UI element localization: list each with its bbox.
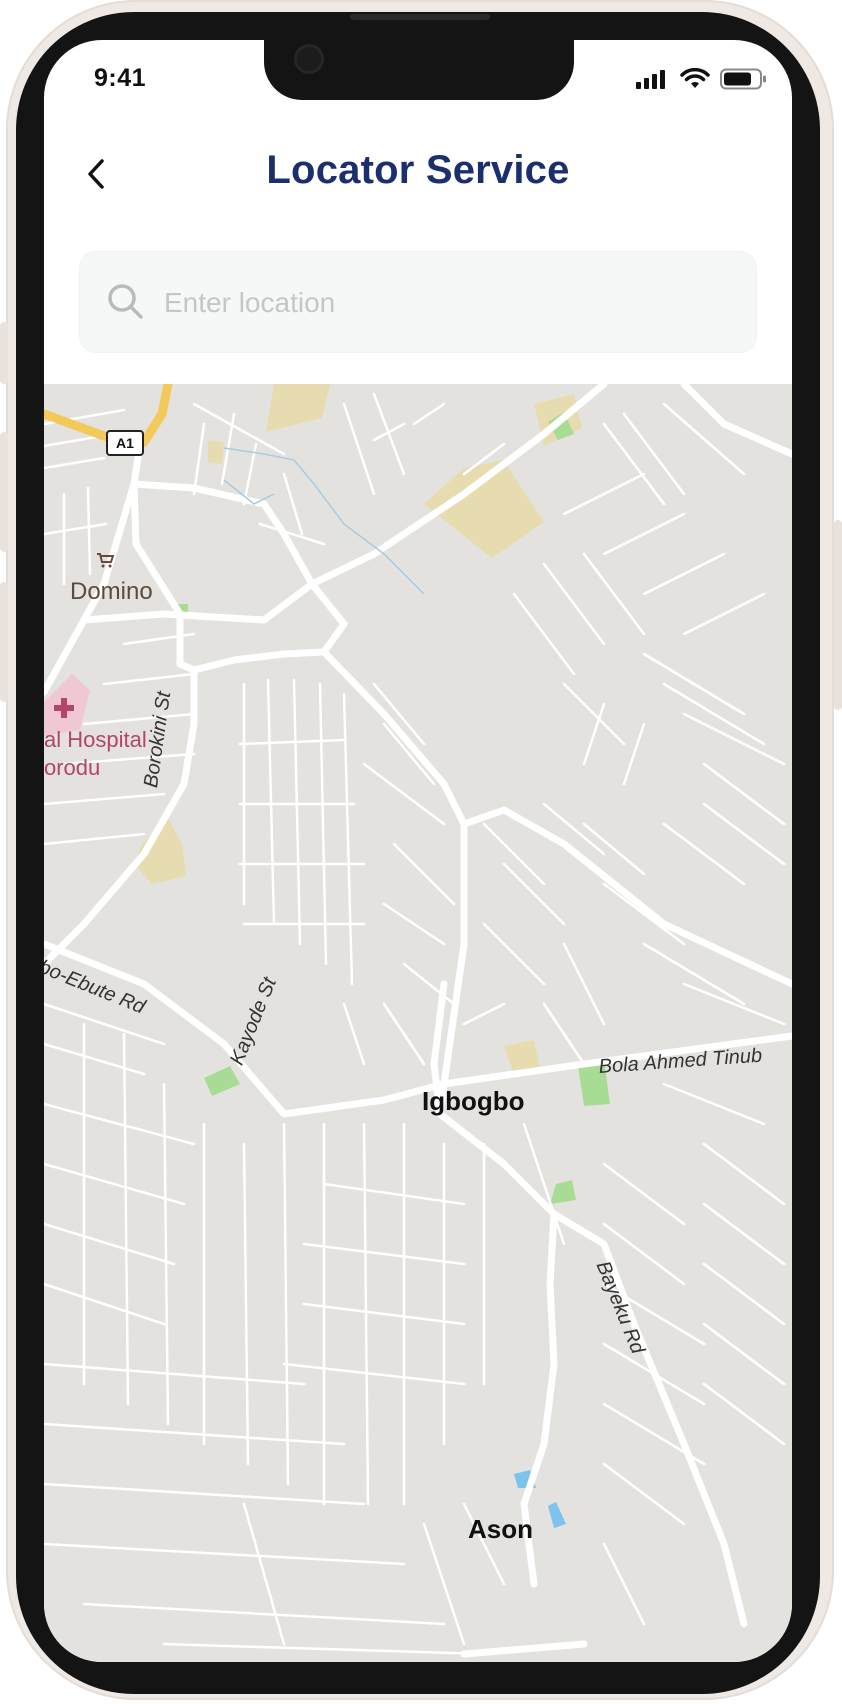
- phone-screen: 9:41 Locator Service Enter location A1 D…: [44, 40, 792, 1662]
- phone-side-button-mute: [0, 322, 8, 384]
- phone-side-button-power: [834, 520, 842, 710]
- map-label-igbogbo[interactable]: Igbogbo: [422, 1086, 525, 1117]
- shopping-cart-icon: [97, 553, 114, 568]
- map-view[interactable]: A1 Domino al Hospital orodu Borokini St …: [44, 384, 792, 1662]
- hospital-icon: [54, 698, 74, 718]
- water-body: [548, 1502, 566, 1528]
- search-input[interactable]: [162, 272, 726, 334]
- map-stream: [223, 447, 425, 595]
- route-marker-a1: A1: [106, 430, 144, 456]
- map-label-ason[interactable]: Ason: [468, 1514, 533, 1545]
- wifi-icon: [680, 68, 710, 88]
- map-label-domino[interactable]: Domino: [70, 578, 153, 606]
- map-main-roads: [44, 384, 792, 1658]
- header: Locator Service: [44, 130, 792, 220]
- battery-icon: [720, 68, 766, 90]
- earpiece-speaker: [350, 14, 490, 20]
- map-label-hospital[interactable]: al Hospital orodu: [44, 726, 147, 782]
- phone-side-button-volume-down: [0, 582, 8, 702]
- phone-side-button-volume-up: [0, 432, 8, 552]
- map-label-hospital-line2: orodu: [44, 755, 101, 780]
- page-title: Locator Service: [266, 148, 570, 192]
- search-box[interactable]: [80, 252, 756, 352]
- cellular-signal-icon: [636, 70, 665, 89]
- map-label-hospital-line1: al Hospital: [44, 727, 147, 752]
- front-camera: [294, 44, 324, 74]
- search-icon: [108, 284, 143, 319]
- status-time: 9:41: [94, 64, 147, 92]
- map-canvas: [44, 384, 792, 1658]
- status-icons: [636, 68, 768, 90]
- notch: [264, 40, 574, 100]
